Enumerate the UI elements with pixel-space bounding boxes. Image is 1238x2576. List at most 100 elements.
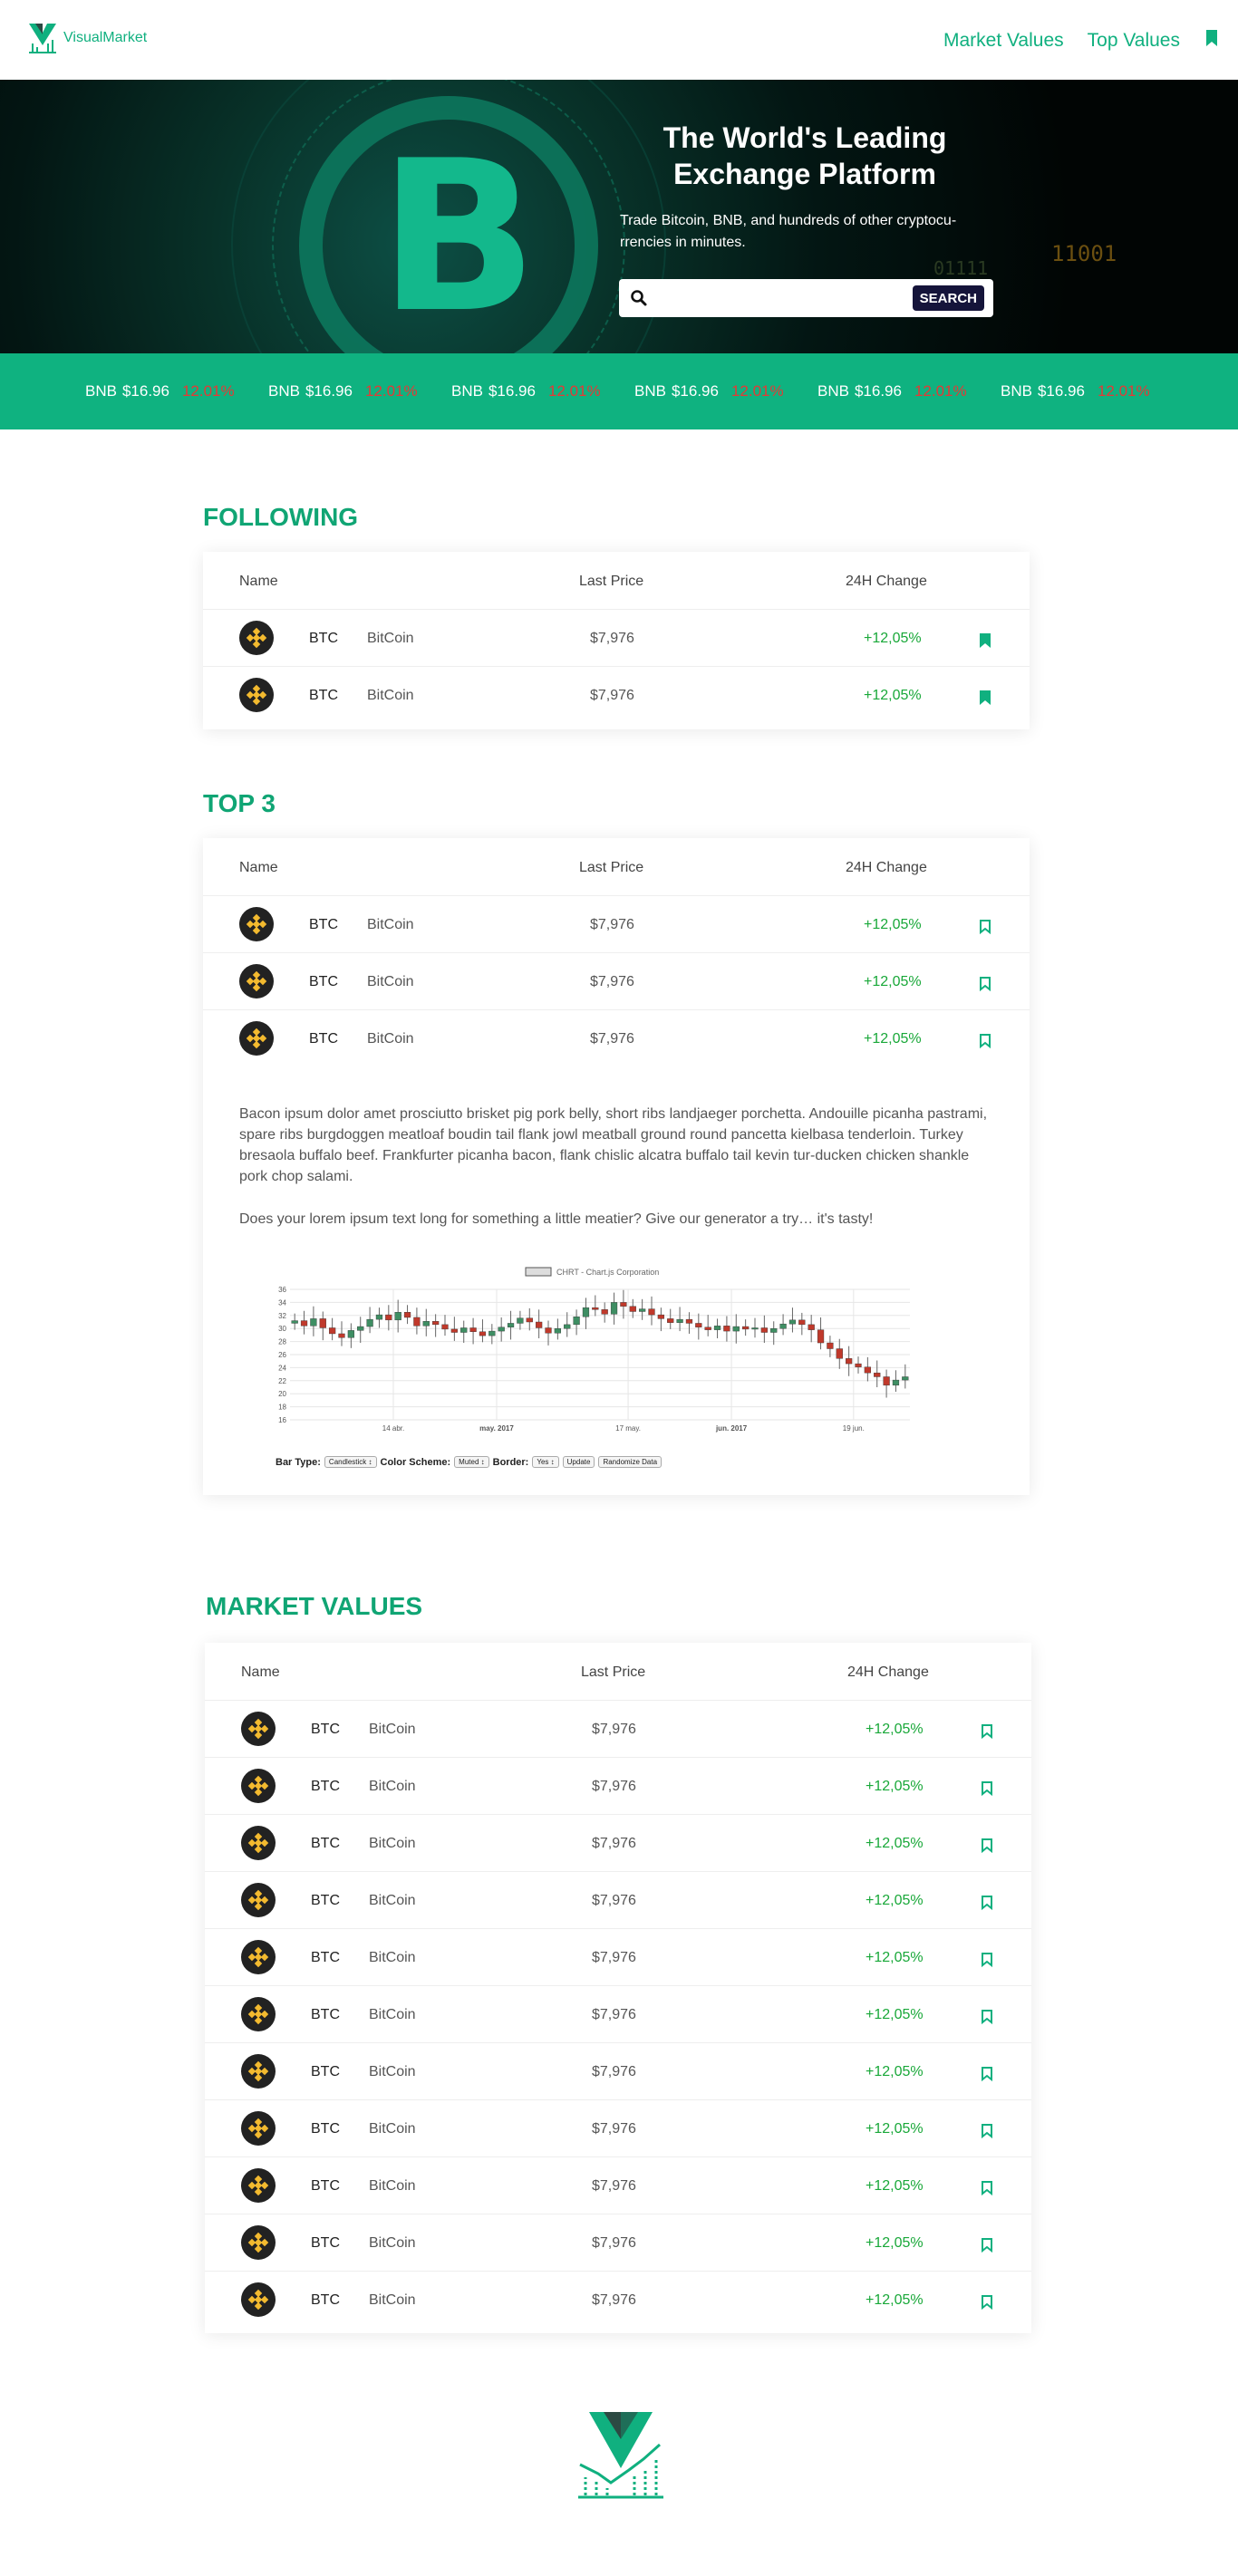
coin-change: +12,05% (866, 2121, 924, 2137)
bookmark-icon[interactable] (981, 1895, 993, 1915)
candle-body (676, 1318, 683, 1323)
bookmark-icon[interactable] (979, 919, 991, 940)
nav-top-values[interactable]: Top Values (1088, 30, 1180, 52)
border-value: Yes (537, 1458, 549, 1466)
coin-symbol: BTC (311, 2121, 340, 2137)
candle-body (432, 1321, 440, 1326)
brand-logo[interactable]: VisualMarket (27, 22, 147, 54)
chart-controls: Bar Type: Candlestick ↕ Color Scheme: Mu… (276, 1456, 665, 1468)
ticker-item[interactable]: BNB $16.96 12.01% (817, 382, 1001, 400)
update-button[interactable]: Update (562, 1456, 595, 1468)
bookmark-icon[interactable] (981, 1952, 993, 1973)
bnb-coin-icon (241, 1883, 276, 1917)
table-row[interactable]: BTC BitCoin $7,976 +12,05% (205, 1872, 1031, 1929)
table-row[interactable]: BTC BitCoin $7,976 +12,05% (205, 2214, 1031, 2272)
coin-symbol: BTC (309, 688, 338, 703)
ticker-item[interactable]: BNB $16.96 12.01% (85, 382, 268, 400)
coin-name: BitCoin (369, 1779, 416, 1794)
nav-market-values[interactable]: Market Values (943, 30, 1064, 52)
y-tick-label: 18 (278, 1404, 286, 1412)
bookmark-icon[interactable] (981, 1780, 993, 1801)
bookmark-icon[interactable] (1205, 29, 1218, 52)
ticker-item[interactable]: BNB $16.96 12.01% (451, 382, 634, 400)
candle-body (403, 1312, 411, 1318)
bookmark-icon[interactable] (979, 632, 991, 653)
coin-change: +12,05% (866, 1950, 924, 1965)
ticker-item[interactable]: BNB $16.96 12.01% (268, 382, 451, 400)
table-row[interactable]: BTC BitCoin $7,976 +12,05% (205, 2043, 1031, 2100)
table-row[interactable]: BTC BitCoin $7,976 +12,05% (203, 667, 1030, 724)
candle-body (883, 1376, 890, 1386)
candle-body (479, 1331, 487, 1336)
bookmark-icon[interactable] (981, 2237, 993, 2258)
table-row[interactable]: BTC BitCoin $7,976 +12,05% (203, 610, 1030, 667)
description-paragraph: Bacon ipsum dolor amet prosciutto briske… (239, 1106, 988, 1184)
bookmark-icon[interactable] (981, 2123, 993, 2144)
color-scheme-select[interactable]: Muted ↕ (454, 1456, 489, 1468)
table-row[interactable]: BTC BitCoin $7,976 +12,05% (203, 896, 1030, 953)
coin-symbol: BTC (311, 2178, 340, 2194)
candle-body (827, 1342, 834, 1349)
candle-body (902, 1376, 909, 1381)
coin-symbol: BTC (311, 1779, 340, 1794)
ticker-price: $16.96 (488, 382, 536, 400)
y-tick-label: 32 (278, 1312, 286, 1320)
bookmark-icon[interactable] (981, 2066, 993, 2087)
bookmark-icon[interactable] (979, 690, 991, 710)
x-tick-label: 19 jun. (843, 1424, 865, 1433)
bnb-coin-icon (241, 1940, 276, 1974)
col-24h-change: 24H Change (846, 574, 927, 589)
bookmark-icon[interactable] (981, 2294, 993, 2315)
bnb-coin-icon (239, 964, 274, 999)
candle-body (798, 1319, 806, 1326)
candle-body (498, 1327, 505, 1332)
table-row[interactable]: BTC BitCoin $7,976 +12,05% (205, 1929, 1031, 1986)
ticker-change: 12.01% (730, 382, 784, 400)
bookmark-icon[interactable] (981, 2180, 993, 2201)
table-row[interactable]: BTC BitCoin $7,976 +12,05% (205, 1986, 1031, 2043)
bookmark-icon[interactable] (981, 2009, 993, 2030)
x-tick-label: jun. 2017 (715, 1424, 748, 1433)
coin-price: $7,976 (590, 1031, 634, 1047)
ticker-symbol: BNB (1001, 382, 1032, 400)
coin-price: $7,976 (592, 2121, 636, 2137)
coin-change: +12,05% (866, 2064, 924, 2079)
top3-title: TOP 3 (203, 789, 276, 817)
search-button[interactable]: SEARCH (912, 285, 984, 311)
table-row[interactable]: BTC BitCoin $7,976 +12,05% (203, 1010, 1030, 1067)
bnb-coin-icon (241, 2168, 276, 2203)
candle-body (620, 1302, 627, 1307)
bookmark-icon[interactable] (979, 976, 991, 997)
bookmark-icon[interactable] (981, 1838, 993, 1858)
table-row[interactable]: BTC BitCoin $7,976 +12,05% (205, 2157, 1031, 2214)
candle-body (469, 1327, 477, 1333)
table-row[interactable]: BTC BitCoin $7,976 +12,05% (205, 2100, 1031, 2157)
bnb-coin-icon (241, 2054, 276, 2089)
bookmark-icon[interactable] (981, 1723, 993, 1744)
ticker-item[interactable]: BNB $16.96 12.01% (1001, 382, 1184, 400)
table-row[interactable]: BTC BitCoin $7,976 +12,05% (205, 1701, 1031, 1758)
table-row[interactable]: BTC BitCoin $7,976 +12,05% (203, 953, 1030, 1010)
coin-name: BitCoin (369, 1950, 416, 1965)
bookmark-icon[interactable] (979, 1033, 991, 1054)
table-row[interactable]: BTC BitCoin $7,976 +12,05% (205, 2272, 1031, 2329)
candle-body (394, 1312, 401, 1321)
table-row[interactable]: BTC BitCoin $7,976 +12,05% (205, 1758, 1031, 1815)
coin-price: $7,976 (590, 974, 634, 989)
candle-body (751, 1327, 759, 1330)
search-input[interactable] (655, 286, 891, 310)
candle-body (291, 1320, 298, 1324)
border-select[interactable]: Yes ↕ (532, 1456, 559, 1468)
table-row[interactable]: BTC BitCoin $7,976 +12,05% (205, 1815, 1031, 1872)
y-tick-label: 24 (278, 1364, 286, 1372)
bar-type-select[interactable]: Candlestick ↕ (324, 1456, 377, 1468)
randomize-data-button[interactable]: Randomize Data (598, 1456, 663, 1468)
ticker-price: $16.96 (671, 382, 719, 400)
ticker-symbol: BNB (634, 382, 666, 400)
coin-name: BitCoin (369, 2064, 416, 2079)
ticker-item[interactable]: BNB $16.96 12.01% (634, 382, 817, 400)
bnb-coin-icon (241, 1769, 276, 1803)
candle-body (422, 1321, 430, 1327)
candle-body (713, 1326, 721, 1330)
following-title: FOLLOWING (203, 503, 359, 531)
